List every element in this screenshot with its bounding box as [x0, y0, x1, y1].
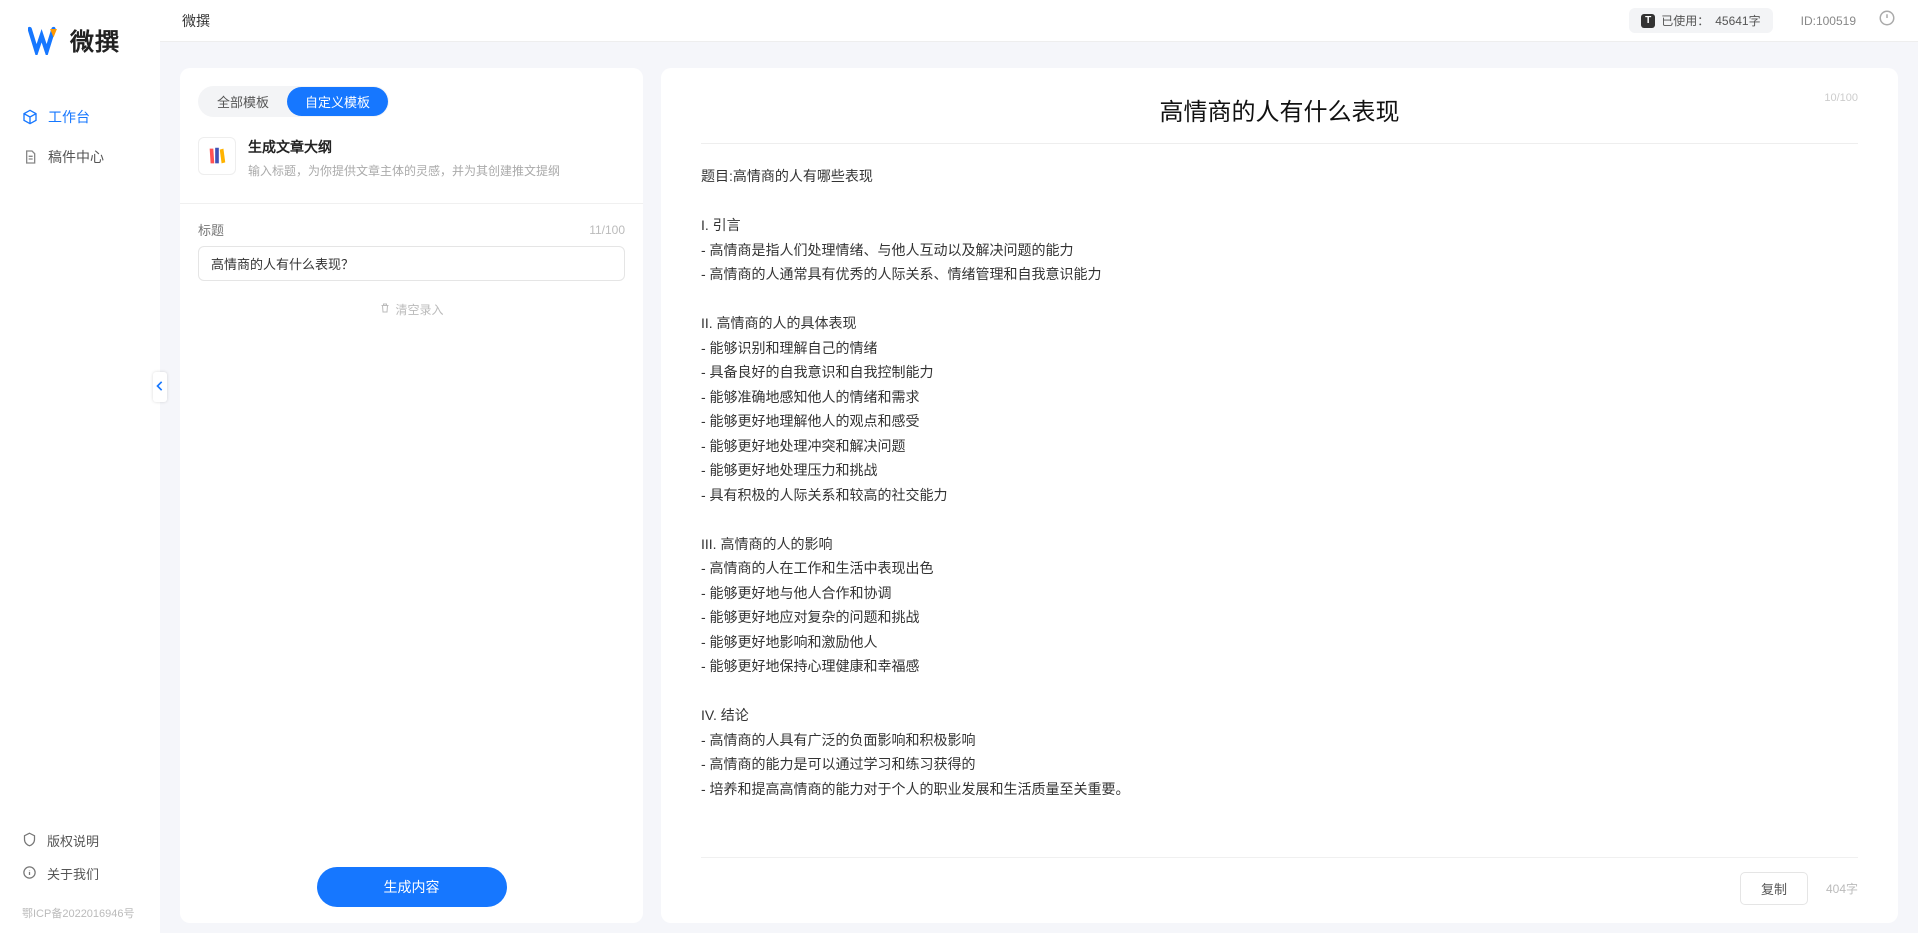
user-id: ID:100519	[1801, 14, 1856, 28]
copyright-link[interactable]: 版权说明	[22, 831, 138, 850]
sidebar-bottom: 版权说明 关于我们	[0, 831, 160, 893]
output-body[interactable]: 题目:高情商的人有哪些表现 I. 引言 - 高情商是指人们处理情绪、与他人互动以…	[701, 164, 1858, 847]
info-icon	[22, 865, 37, 883]
usage-label: 已使用：	[1661, 12, 1709, 29]
template-title: 生成文章大纲	[248, 137, 560, 157]
clear-input-button[interactable]: 清空录入	[198, 301, 625, 318]
title-input[interactable]	[198, 246, 625, 281]
tab-all-templates[interactable]: 全部模板	[199, 87, 287, 116]
nav-item-workbench[interactable]: 工作台	[0, 97, 160, 137]
main: 微撰 T 已使用： 45641字 ID:100519 全部模板 自定义模板 生成…	[160, 0, 1918, 933]
output-title-counter: 10/100	[1824, 92, 1858, 104]
topbar-title: 微撰	[182, 11, 1629, 31]
chevron-left-icon	[156, 378, 164, 396]
content: 全部模板 自定义模板 生成文章大纲 输入标题，为你提供文章主体的灵感，并为其创建…	[160, 42, 1918, 933]
cube-icon	[22, 109, 38, 125]
copyright-label: 版权说明	[47, 831, 99, 850]
icp-text: 鄂ICP备2022016946号	[0, 905, 160, 921]
shield-icon	[22, 832, 37, 850]
template-card: 生成文章大纲 输入标题，为你提供文章主体的灵感，并为其创建推文提纲	[198, 137, 625, 179]
template-info: 生成文章大纲 输入标题，为你提供文章主体的灵感，并为其创建推文提纲	[248, 137, 560, 179]
title-label: 标题	[198, 220, 224, 239]
panel-left: 全部模板 自定义模板 生成文章大纲 输入标题，为你提供文章主体的灵感，并为其创建…	[180, 68, 643, 923]
generate-button[interactable]: 生成内容	[317, 867, 507, 907]
nav: 工作台 稿件中心	[0, 97, 160, 831]
sidebar: 微撰 工作台 稿件中心 版权说明 关于我们 鄂ICP备	[0, 0, 160, 933]
nav-item-drafts[interactable]: 稿件中心	[0, 137, 160, 177]
tab-custom-template[interactable]: 自定义模板	[287, 87, 388, 116]
nav-item-label: 工作台	[48, 107, 90, 127]
header-divider	[701, 143, 1858, 144]
logo: 微撰	[0, 22, 160, 97]
title-counter: 11/100	[589, 223, 625, 237]
topbar: 微撰 T 已使用： 45641字 ID:100519	[160, 0, 1918, 42]
panel-right: 高情商的人有什么表现 10/100 题目:高情商的人有哪些表现 I. 引言 - …	[661, 68, 1898, 923]
collapse-sidebar-button[interactable]	[153, 372, 167, 402]
output-footer: 复制 404字	[701, 857, 1858, 905]
logo-icon	[28, 25, 62, 55]
about-label: 关于我们	[47, 864, 99, 883]
template-tabs: 全部模板 自定义模板	[198, 86, 389, 117]
power-button[interactable]	[1878, 9, 1896, 32]
output-header: 高情商的人有什么表现 10/100	[701, 92, 1858, 127]
copy-button[interactable]: 复制	[1740, 872, 1808, 905]
nav-item-label: 稿件中心	[48, 147, 104, 167]
field-header: 标题 11/100	[198, 220, 625, 239]
output-title: 高情商的人有什么表现	[1160, 92, 1400, 127]
about-link[interactable]: 关于我们	[22, 864, 138, 883]
logo-text: 微撰	[70, 22, 120, 57]
document-icon	[22, 149, 38, 165]
usage-pill[interactable]: T 已使用： 45641字	[1629, 8, 1772, 33]
text-badge-icon: T	[1641, 14, 1655, 28]
books-icon	[198, 137, 236, 175]
template-desc: 输入标题，为你提供文章主体的灵感，并为其创建推文提纲	[248, 162, 560, 179]
word-count: 404字	[1826, 880, 1858, 897]
trash-icon	[379, 302, 391, 317]
usage-value: 45641字	[1715, 12, 1760, 29]
divider	[180, 203, 643, 204]
clear-label: 清空录入	[395, 301, 443, 318]
